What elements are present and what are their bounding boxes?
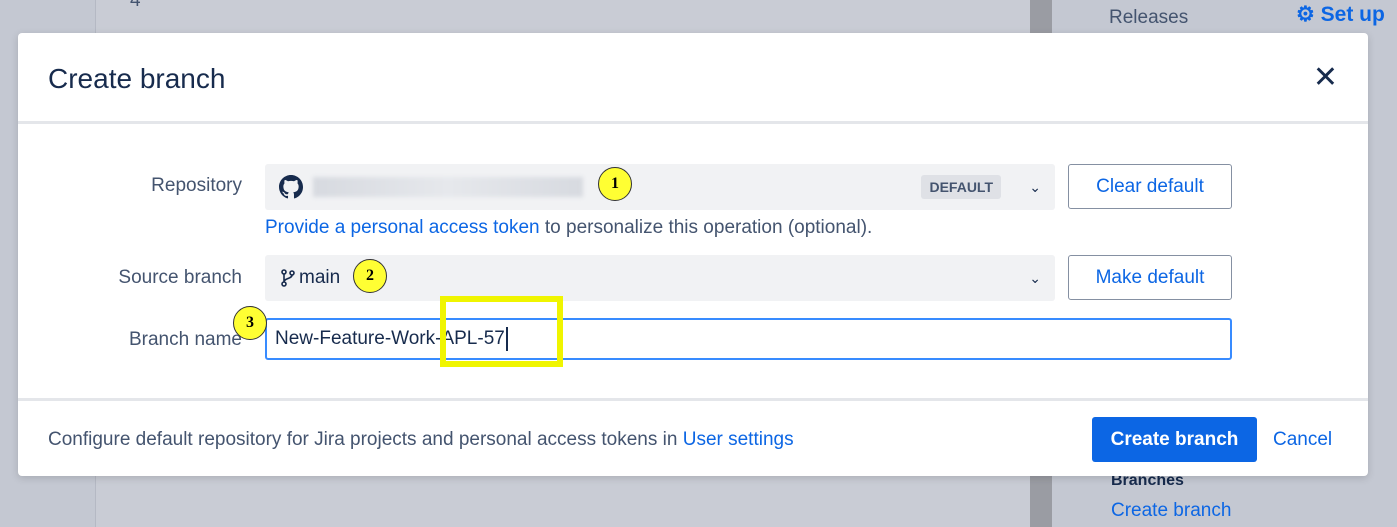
bg-releases: Releases	[1109, 7, 1189, 28]
bg-setup-label: Set up	[1320, 3, 1385, 26]
cancel-button[interactable]: Cancel	[1273, 429, 1332, 451]
user-settings-link[interactable]: User settings	[683, 429, 794, 450]
gear-icon: ⚙	[1296, 3, 1315, 26]
bg-setup: ⚙ Set up	[1296, 2, 1385, 27]
bg-create-branch-link[interactable]: Create branch	[1111, 500, 1231, 522]
dialog-header: Create branch ✕	[18, 33, 1368, 124]
annotation-marker-1: 1	[598, 167, 632, 201]
create-branch-dialog: Create branch ✕ Repository DEFAULT ⌄ Cle…	[18, 33, 1368, 476]
branch-name-label: Branch name	[128, 329, 242, 350]
source-branch-value: main	[299, 267, 341, 288]
chevron-down-icon: ⌄	[1029, 269, 1041, 286]
close-icon[interactable]: ✕	[1313, 63, 1338, 93]
footer-text: Configure default repository for Jira pr…	[48, 429, 794, 451]
clear-default-button[interactable]: Clear default	[1068, 164, 1232, 209]
source-branch-label: Source branch	[118, 267, 242, 288]
token-hint: Provide a personal access token to perso…	[265, 217, 872, 239]
repository-select[interactable]: DEFAULT ⌄	[265, 164, 1055, 210]
create-branch-button[interactable]: Create branch	[1092, 417, 1257, 462]
dialog-title: Create branch	[48, 63, 226, 94]
annotation-marker-2: 2	[353, 259, 387, 293]
annotation-marker-3: 3	[233, 306, 267, 340]
branch-name-input[interactable]: New-Feature-Work-APL-57	[265, 318, 1232, 360]
personal-access-token-link[interactable]: Provide a personal access token	[265, 217, 540, 238]
token-hint-text: to personalize this operation (optional)…	[539, 217, 873, 238]
github-icon	[279, 175, 303, 199]
bg-page-number: 4	[130, 0, 141, 11]
default-badge: DEFAULT	[921, 175, 1001, 199]
chevron-down-icon: ⌄	[1029, 178, 1041, 195]
repository-label: Repository	[151, 175, 242, 196]
highlight-box	[440, 296, 563, 367]
make-default-button[interactable]: Make default	[1068, 255, 1232, 300]
branch-icon	[281, 269, 295, 287]
dialog-footer: Configure default repository for Jira pr…	[18, 398, 1368, 476]
repository-name-redacted	[313, 177, 583, 197]
footer-text-label: Configure default repository for Jira pr…	[48, 429, 683, 450]
